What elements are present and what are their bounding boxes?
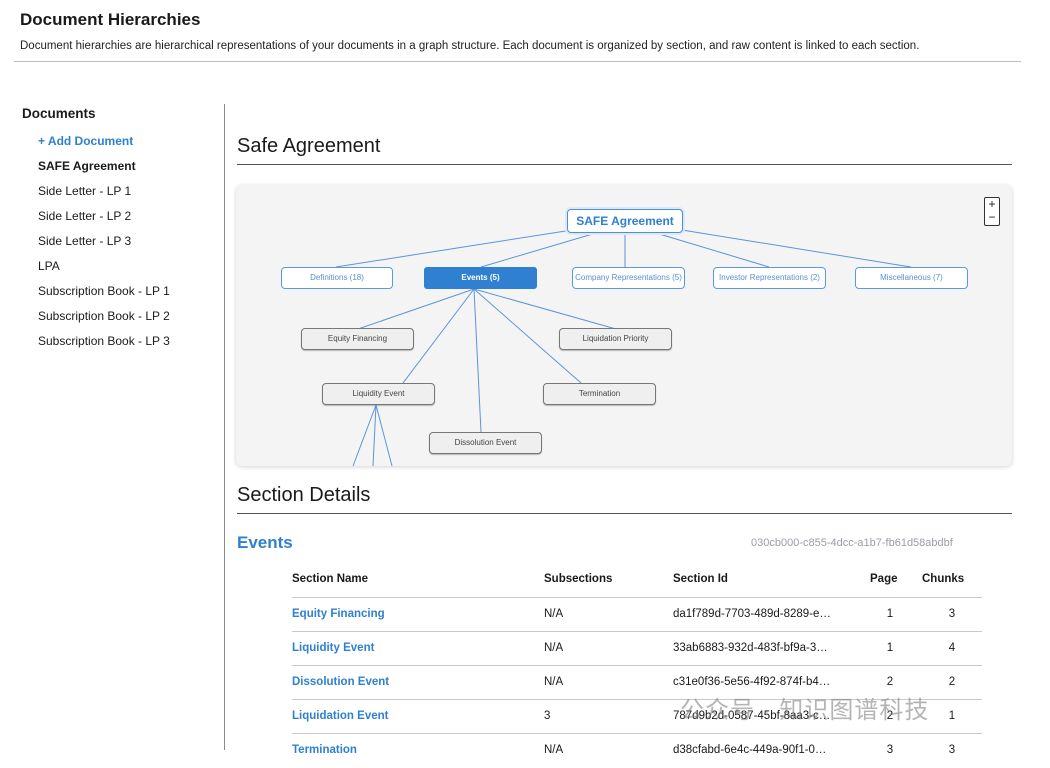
row-chunks: 3 — [948, 608, 956, 620]
graph-node-miscellaneous[interactable]: Miscellaneous (7) — [855, 267, 968, 289]
row-section-id: da1f789d-7703-489d-8289-e… — [673, 608, 831, 620]
row-subsections: N/A — [544, 744, 564, 756]
graph-node-root[interactable]: SAFE Agreement — [567, 209, 683, 233]
row-page: 1 — [886, 608, 894, 620]
header-divider — [14, 61, 1021, 62]
graph-node-events[interactable]: Events (5) — [424, 267, 537, 289]
zoom-out-button[interactable]: − — [985, 211, 999, 224]
page-title: Document Hierarchies — [20, 10, 201, 29]
sidebar-title: Documents — [22, 106, 96, 121]
row-section-id: 33ab6883-932d-483f-bf9a-3… — [673, 642, 828, 654]
document-title: Safe Agreement — [237, 135, 381, 157]
row-section-name[interactable]: Dissolution Event — [292, 676, 389, 688]
graph-node-investor-representations[interactable]: Investor Representations (2) — [713, 267, 826, 289]
row-chunks: 4 — [948, 642, 956, 654]
sidebar-item-subscription-book-lp2[interactable]: Subscription Book - LP 2 — [38, 308, 212, 333]
sidebar-item-side-letter-lp3[interactable]: Side Letter - LP 3 — [38, 233, 212, 258]
watermark-text: 公众号 · 知识图谱科技 — [680, 697, 930, 724]
sidebar-divider — [224, 104, 225, 750]
row-chunks: 2 — [948, 676, 956, 688]
row-subsections: N/A — [544, 676, 564, 688]
row-chunks: 1 — [948, 710, 956, 722]
row-subsections: N/A — [544, 642, 564, 654]
row-page: 1 — [886, 642, 894, 654]
row-section-name[interactable]: Liquidation Event — [292, 710, 388, 722]
page-header: Document Hierarchies Document hierarchie… — [20, 10, 1020, 52]
sidebar-item-subscription-book-lp3[interactable]: Subscription Book - LP 3 — [38, 333, 212, 358]
sidebar-item-lpa[interactable]: LPA — [38, 258, 212, 283]
title-divider — [237, 164, 1012, 165]
row-subsections: 3 — [544, 710, 551, 722]
row-subsections: N/A — [544, 608, 564, 620]
details-divider — [237, 513, 1012, 514]
graph-node-termination[interactable]: Termination — [543, 383, 656, 405]
table-row: Liquidity Event N/A 33ab6883-932d-483f-b… — [292, 631, 982, 666]
row-section-name[interactable]: Termination — [292, 744, 357, 756]
table-row: Equity Financing N/A da1f789d-7703-489d-… — [292, 597, 982, 632]
column-header-section-id: Section Id — [673, 573, 728, 585]
graph-node-dissolution-event[interactable]: Dissolution Event — [429, 432, 542, 454]
row-section-id: d38cfabd-6e4c-449a-90f1-0… — [673, 744, 827, 756]
graph-node-company-representations[interactable]: Company Representations (5) — [572, 267, 685, 289]
column-header-page: Page — [870, 573, 898, 585]
page-description: Document hierarchies are hierarchical re… — [20, 40, 920, 52]
zoom-controls: + − — [984, 197, 1000, 226]
sidebar-item-safe-agreement[interactable]: SAFE Agreement — [38, 158, 212, 183]
selected-section-id: 030cb000-c855-4dcc-a1b7-fb61d58abdbf — [751, 537, 953, 549]
column-header-subsections: Subsections — [544, 573, 613, 585]
column-header-chunks: Chunks — [922, 573, 965, 585]
sidebar-item-subscription-book-lp1[interactable]: Subscription Book - LP 1 — [38, 283, 212, 308]
graph-node-liquidity-event[interactable]: Liquidity Event — [322, 383, 435, 405]
graph-node-definitions[interactable]: Definitions (18) — [281, 267, 393, 289]
table-row: Termination N/A d38cfabd-6e4c-449a-90f1-… — [292, 733, 982, 768]
sidebar-item-side-letter-lp2[interactable]: Side Letter - LP 2 — [38, 208, 212, 233]
graph-node-liquidation-priority[interactable]: Liquidation Priority — [559, 328, 672, 350]
sidebar-item-side-letter-lp1[interactable]: Side Letter - LP 1 — [38, 183, 212, 208]
selected-section-name: Events — [237, 533, 293, 552]
row-page: 3 — [886, 744, 894, 756]
row-section-name[interactable]: Liquidity Event — [292, 642, 374, 654]
row-page: 2 — [886, 676, 894, 688]
row-section-id: c31e0f36-5e56-4f92-874f-b4… — [673, 676, 831, 688]
column-header-section-name: Section Name — [292, 573, 369, 585]
graph-node-equity-financing[interactable]: Equity Financing — [301, 328, 414, 350]
documents-sidebar: Documents + Add Document SAFE Agreement … — [22, 106, 212, 358]
row-section-name[interactable]: Equity Financing — [292, 608, 385, 620]
add-document-link[interactable]: + Add Document — [38, 133, 212, 158]
section-details-title: Section Details — [237, 484, 371, 506]
row-chunks: 3 — [948, 744, 956, 756]
hierarchy-graph[interactable]: + − SAFE Agreement Definitions (18) Even… — [236, 185, 1012, 466]
